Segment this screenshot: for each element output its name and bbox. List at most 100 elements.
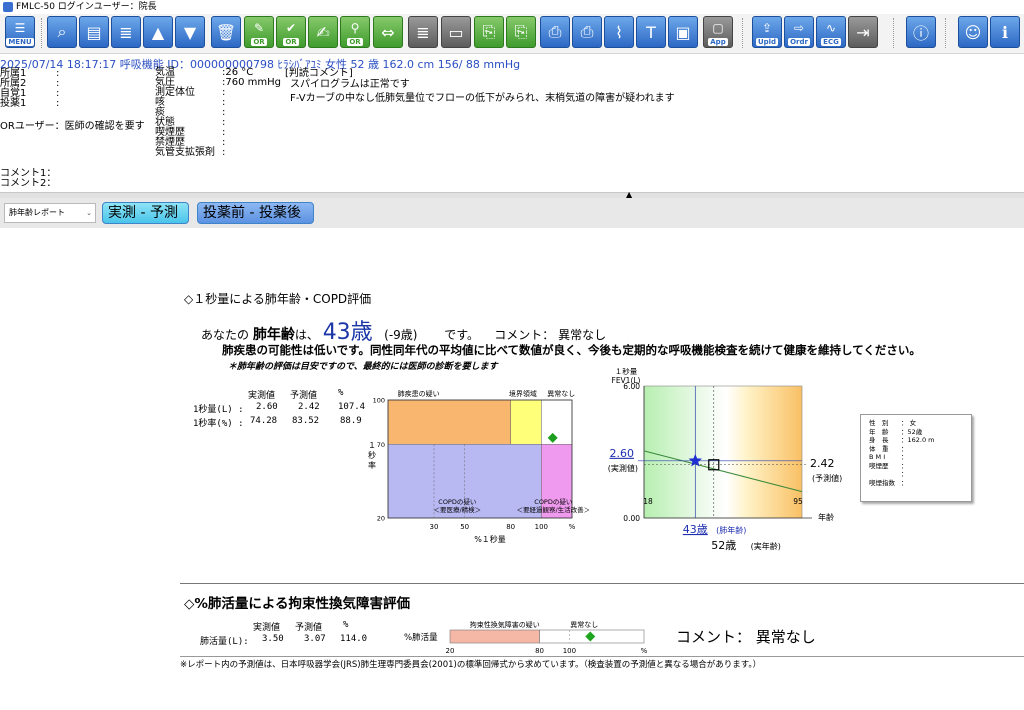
- fev1-ratio-row-label: 1秒率(%) :: [193, 419, 244, 429]
- info-row: 喫煙指数 ：: [869, 479, 963, 488]
- compare-icon: ⇔: [381, 22, 395, 42]
- fev1-actual: 2.60: [256, 402, 278, 412]
- patient-info-box: 性 別： 女年 齢：52歳身 長：162.0 m体 重： B M I：喫煙歴：：喫…: [860, 414, 972, 502]
- info-button[interactable]: ⓘ: [906, 16, 936, 48]
- actual-value-label: 2.60: [610, 447, 635, 460]
- actual-value-sub: (実測値): [608, 463, 638, 473]
- actual-predicted-button[interactable]: 実測 - 予測: [102, 202, 189, 224]
- memo-button[interactable]: ✍: [308, 16, 338, 48]
- y-tick-label: 100: [373, 397, 385, 405]
- vc-comment-label: コメント：: [676, 628, 752, 646]
- ruler-icon: ▭: [448, 22, 464, 42]
- sep-2: [742, 18, 744, 48]
- age-suffix: です。: [444, 328, 479, 342]
- menu-button[interactable]: ☰ MENU: [5, 16, 35, 48]
- real-age-axis-label: 52歳: [711, 539, 736, 552]
- vc-table-header-predicted: 予測値: [295, 623, 323, 633]
- upload-button[interactable]: ⇪ Upld: [752, 16, 782, 48]
- ruler-button[interactable]: ▭: [441, 16, 471, 48]
- transfer-icon: ⇥: [856, 22, 870, 42]
- info-key: 性 別: [869, 419, 889, 427]
- arrow-down-icon: ▼: [183, 22, 197, 42]
- stamp-or-button[interactable]: ⚲ OR: [340, 16, 370, 48]
- y-axis-label: １: [368, 441, 376, 450]
- edit-or-button[interactable]: ✎ OR: [244, 16, 274, 48]
- ecg-button[interactable]: ∿ ECG: [816, 16, 846, 48]
- list-button[interactable]: ≣: [111, 16, 141, 48]
- check-icon: ✔: [285, 21, 297, 35]
- lung-age-report: ◇１秒量による肺年齢・COPD評価 あなたの 肺年齢は、 43歳 (-9歳) で…: [0, 228, 1024, 710]
- y-axis-label: 率: [368, 460, 376, 470]
- y-axis-label-1: １秒量: [615, 368, 638, 376]
- card-button[interactable]: ▤: [79, 16, 109, 48]
- plot-area: [643, 385, 803, 519]
- x-tick-label: 30: [430, 523, 439, 531]
- text-button[interactable]: T: [636, 16, 666, 48]
- measure-value: :: [222, 147, 226, 158]
- info-value: ：162.0 m: [901, 436, 935, 444]
- vc-bar-chart: %肺活量 拘束性換気障害の疑い 異常なし 20 80 100%: [404, 620, 648, 655]
- printer-icon: ⎙: [548, 22, 562, 41]
- print2-button[interactable]: ⎙: [572, 16, 602, 48]
- zone-label-copd-medical: COPDの疑い: [438, 497, 476, 506]
- x-unit-label: %: [569, 523, 576, 531]
- x-tick-label: 80: [506, 523, 515, 531]
- section-divider: [180, 583, 1024, 584]
- help-button[interactable]: ℹ: [990, 16, 1020, 48]
- vc-tick-label: 20: [446, 647, 455, 655]
- help-icon: ℹ: [1001, 22, 1009, 42]
- x-tick-label: 50: [460, 523, 469, 531]
- info-row: 身 長 ：162.0 m: [869, 436, 963, 445]
- predicted-value-label: 2.42: [810, 457, 835, 470]
- down-button[interactable]: ▼: [175, 16, 205, 48]
- search-icon: ⌕: [57, 22, 67, 41]
- edit-or-button-label: OR: [251, 38, 267, 46]
- disclaimer-note: ＊肺年齢の評価は目安ですので、最終的には医師の診断を要します: [228, 362, 498, 372]
- report-type-value: 肺年齢レポート: [9, 208, 65, 217]
- zone-label-borderline: 境界領域: [509, 389, 537, 398]
- order-button[interactable]: ⇨ Ordr: [784, 16, 814, 48]
- order-button-label: Ordr: [788, 38, 810, 46]
- real-age-axis-sub: (実年齢): [751, 541, 781, 551]
- list-icon: ≣: [119, 22, 133, 42]
- vc-zone-restrictive: [449, 629, 540, 644]
- report-type-select[interactable]: 肺年齢レポート ⌄: [4, 203, 96, 223]
- section2-title: ◇%肺活量による拘束性換気障害評価: [184, 596, 411, 612]
- judgment-line-2: F-Vカーブの中なし低肺気量位でフローの低下がみられ、末梢気道の障害が疑われます: [290, 93, 675, 104]
- y-tick-label: 0.00: [623, 514, 640, 523]
- info-row: 性 別 ： 女: [869, 419, 963, 428]
- check-or-button[interactable]: ✔ OR: [276, 16, 306, 48]
- app-button[interactable]: ▢ App: [703, 16, 733, 48]
- vc-pct: 114.0: [340, 634, 368, 644]
- attach-button[interactable]: ⌇: [604, 16, 634, 48]
- search-button[interactable]: ⌕: [47, 16, 77, 48]
- fev1-ratio-predicted: 83.52: [292, 416, 320, 426]
- compare-button[interactable]: ⇔: [373, 16, 403, 48]
- info-key: 年 齢: [869, 427, 889, 436]
- doc-plus-button[interactable]: ⎘: [506, 16, 536, 48]
- vc-table-header-pct: %: [343, 620, 349, 630]
- delete-button[interactable]: 🗑: [211, 16, 241, 48]
- user-button[interactable]: ☺: [958, 16, 988, 48]
- measure-label: 気管支拡張剤: [155, 147, 215, 158]
- transfer-button[interactable]: ⇥: [848, 16, 878, 48]
- info-key: B M I: [869, 453, 886, 461]
- stamp-icon: ⚲: [350, 21, 360, 35]
- print-button[interactable]: ⎙: [540, 16, 570, 48]
- display-button[interactable]: ▣: [668, 16, 698, 48]
- y-axis-label: 秒: [368, 450, 376, 460]
- lung-age-chart: １秒量FEV1(L)6.000.0018 95年齢2.60(実測値) 2.42(予測…: [608, 368, 843, 552]
- ecg-button-label: ECG: [821, 38, 841, 46]
- zone-borderline: [510, 399, 542, 445]
- vc-predicted: 3.07: [304, 634, 326, 644]
- before-after-medication-button[interactable]: 投薬前 - 投薬後: [197, 202, 314, 224]
- patient-info-line: 2025/07/14 18:17:17 呼吸機能 ID：000000000798…: [0, 58, 521, 71]
- stamp-or-button-label: OR: [347, 38, 363, 46]
- lung-age-axis-label: 43歳: [683, 523, 708, 536]
- predicted-value-sub: (予測値): [812, 473, 842, 483]
- x-tick-label: 18: [643, 497, 653, 506]
- document-icon: ⎘: [482, 22, 496, 41]
- list2-button[interactable]: ≣: [408, 16, 438, 48]
- doc-button[interactable]: ⎘: [474, 16, 504, 48]
- up-button[interactable]: ▲: [143, 16, 173, 48]
